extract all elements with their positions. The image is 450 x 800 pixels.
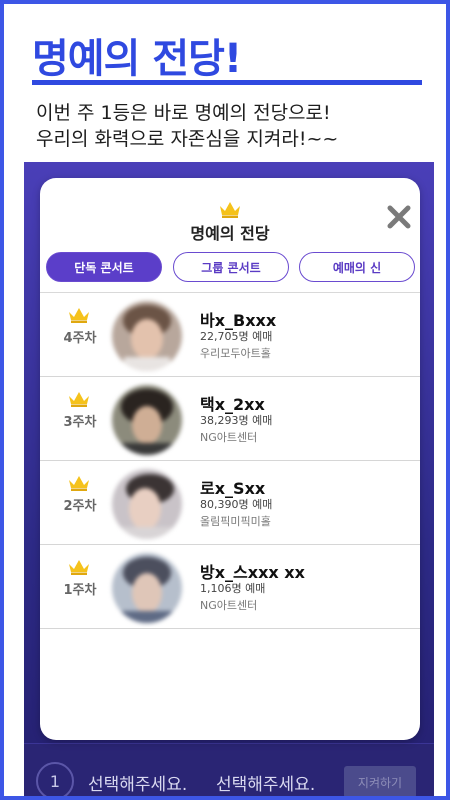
venue-name: 올림픽미픽미홀: [200, 515, 271, 528]
venue-name: 우리모두아트홀: [200, 347, 271, 360]
crown-icon: [69, 476, 89, 491]
app-screenshot: 1 선택해주세요. 선택해주세요. 지켜하기 명예의 전당 단독 콘서트 그룹 …: [24, 162, 434, 796]
avatar: [112, 385, 182, 455]
crown-icon: [220, 202, 240, 218]
list-item[interactable]: 2주차 로x_Sxx 80,390명 예매 올림픽미픽미홀: [40, 461, 420, 545]
booking-count: 38,293명 예매: [200, 414, 273, 427]
subtitle-line-2: 우리의 화력으로 자존심을 지켜라!~~: [36, 128, 339, 150]
close-x-icon[interactable]: [386, 204, 412, 230]
bottom-bar: 1 선택해주세요. 선택해주세요. 지켜하기: [24, 743, 434, 796]
list-item[interactable]: 3주차 택x_2xx 38,293명 예매 NG아트센터: [40, 377, 420, 461]
crown-icon: [69, 560, 89, 575]
hall-of-fame-modal: 명예의 전당 단독 콘서트 그룹 콘서트 예매의 신 4주차 바x_Bxxx 2…: [40, 178, 420, 740]
ranking-list: 4주차 바x_Bxxx 22,705명 예매 우리모두아트홀 3주차 택x_2x…: [40, 293, 420, 629]
bottom-select-2[interactable]: 선택해주세요.: [216, 770, 315, 795]
avatar: [112, 469, 182, 539]
crown-icon: [69, 308, 89, 323]
week-label: 1주차: [63, 583, 97, 598]
venue-name: NG아트센터: [200, 599, 258, 612]
modal-title: 명예의 전당: [190, 224, 270, 243]
week-label: 3주차: [63, 415, 97, 430]
bottom-select-1[interactable]: 선택해주세요.: [88, 770, 187, 795]
tab-solo-concert[interactable]: 단독 콘서트: [46, 252, 162, 282]
crown-icon: [69, 392, 89, 407]
subtitle-line-1: 이번 주 1등은 바로 명예의 전당으로!: [36, 102, 331, 124]
tab-bar: 단독 콘서트 그룹 콘서트 예매의 신: [46, 252, 415, 284]
avatar: [112, 553, 182, 623]
bottom-step-indicator: 1: [36, 762, 74, 796]
headline-underline: [32, 80, 422, 85]
avatar: [112, 301, 182, 371]
screen-frame: 명예의 전당! 이번 주 1등은 바로 명예의 전당으로! 우리의 화력으로 자…: [4, 4, 446, 796]
page-headline: 명예의 전당!: [32, 36, 242, 82]
bottom-action-button[interactable]: 지켜하기: [344, 766, 416, 796]
tab-group-concert[interactable]: 그룹 콘서트: [173, 252, 289, 282]
list-item[interactable]: 1주차 방x_스xxx xx 1,106명 예매 NG아트센터: [40, 545, 420, 629]
week-label: 4주차: [63, 331, 97, 346]
tab-booking-god[interactable]: 예매의 신: [299, 252, 415, 282]
list-item[interactable]: 4주차 바x_Bxxx 22,705명 예매 우리모두아트홀: [40, 293, 420, 377]
week-label: 2주차: [63, 499, 97, 514]
venue-name: NG아트센터: [200, 431, 258, 444]
subtitle: 이번 주 1등은 바로 명예의 전당으로! 우리의 화력으로 자존심을 지켜라!…: [36, 100, 338, 152]
booking-count: 80,390명 예매: [200, 498, 273, 511]
booking-count: 22,705명 예매: [200, 330, 273, 343]
booking-count: 1,106명 예매: [200, 582, 266, 595]
